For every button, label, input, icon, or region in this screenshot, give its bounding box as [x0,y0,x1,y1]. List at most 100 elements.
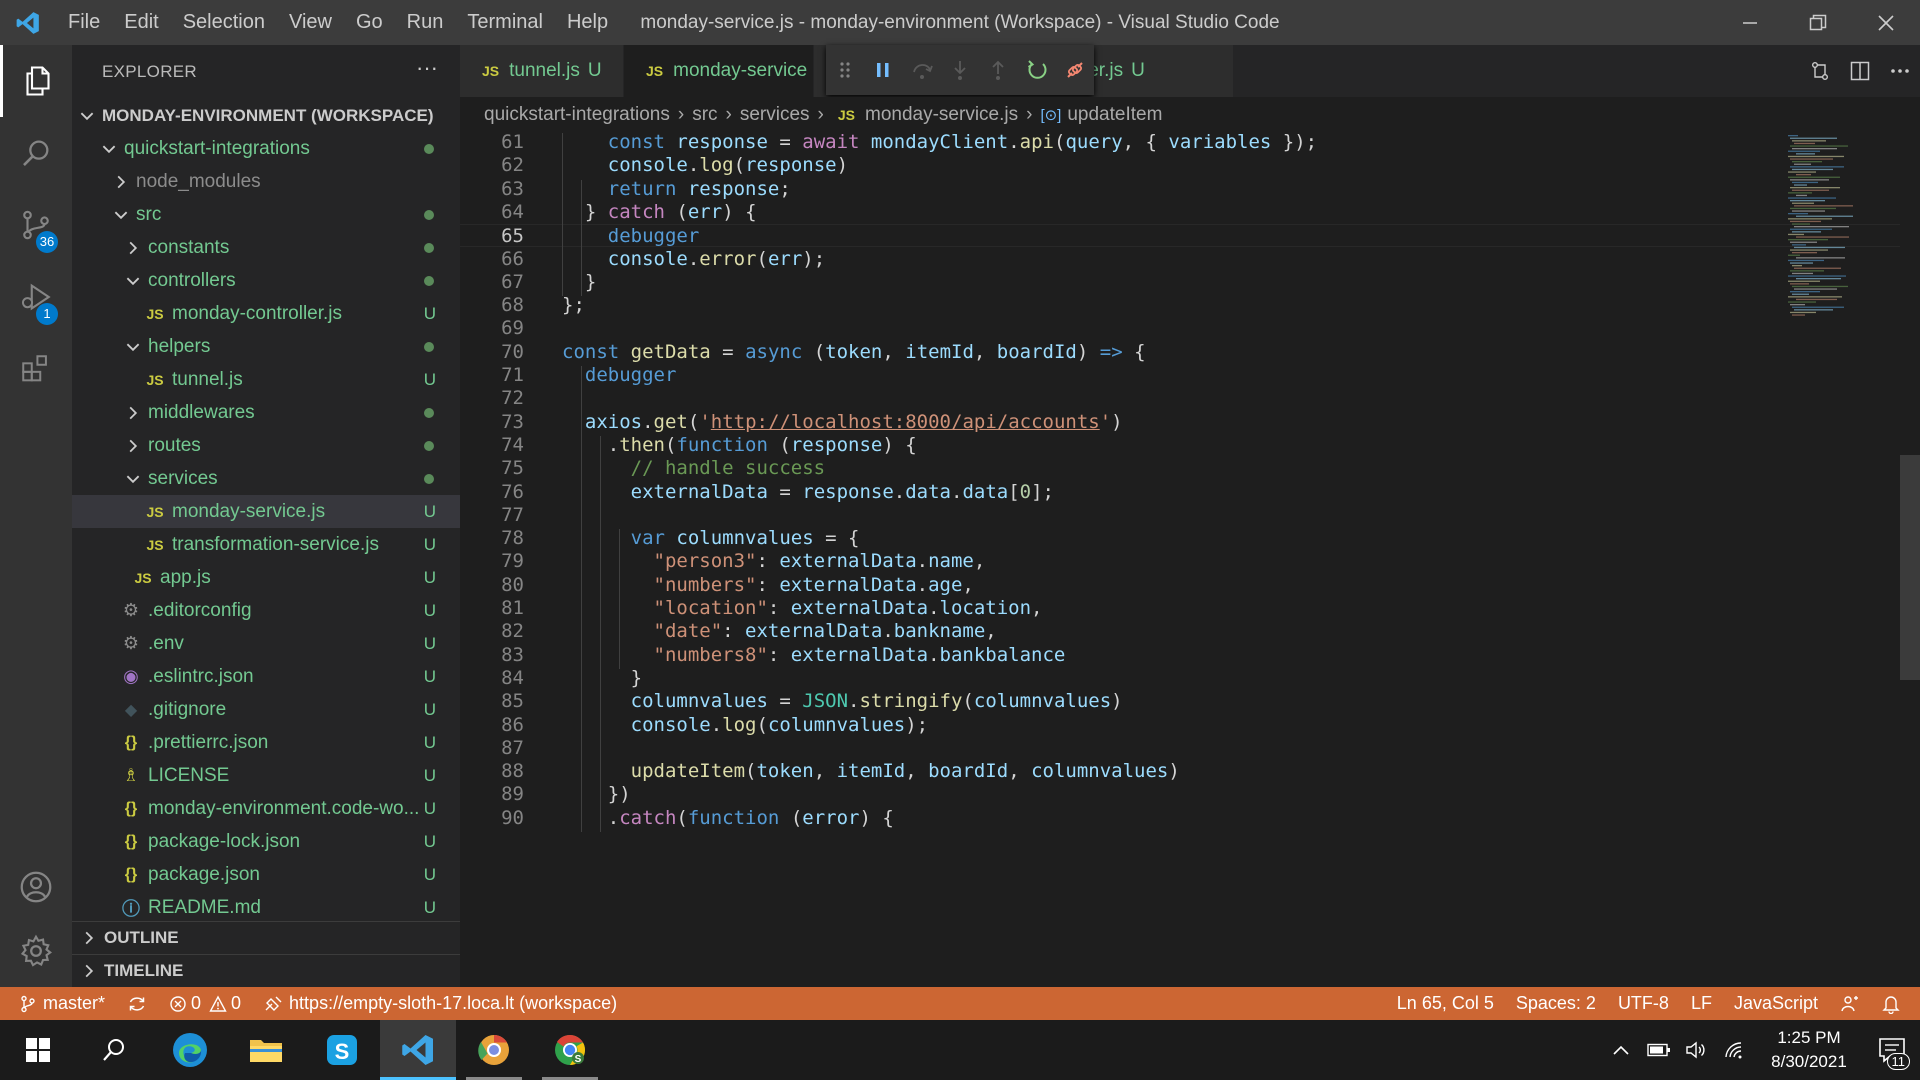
extensions-icon[interactable] [0,333,72,405]
settings-gear-icon[interactable] [0,915,72,987]
port-forward-item[interactable]: https://empty-sloth-17.loca.lt (workspac… [252,987,628,1020]
tree-item[interactable]: controllers [72,264,460,297]
line-number[interactable]: 70 [460,341,524,364]
line-number[interactable]: 81 [460,597,524,620]
line-number[interactable]: 85 [460,690,524,713]
code-line[interactable]: 77 [460,504,1900,527]
breadcrumb-file[interactable]: monday-service.js [865,104,1018,126]
step-into-icon[interactable] [941,45,979,95]
restore-button[interactable] [1784,0,1852,45]
more-actions-icon[interactable] [1880,45,1920,97]
line-number[interactable]: 87 [460,737,524,760]
code-line[interactable]: 62 console.log(response) [460,154,1900,177]
code-line[interactable]: 79 "person3": externalData.name, [460,550,1900,573]
line-number[interactable]: 66 [460,248,524,271]
menu-selection[interactable]: Selection [171,0,277,45]
code-line[interactable]: 70 const getData = async (token, itemId, … [460,341,1900,364]
code-line[interactable]: 67 } [460,271,1900,294]
tree-item[interactable]: ⚙ .editorconfig U [72,594,460,627]
tree-item[interactable]: JS app.js U [72,561,460,594]
pause-icon[interactable] [864,45,902,95]
code-line[interactable]: 69 [460,317,1900,340]
explorer-icon[interactable] [0,45,72,117]
restart-icon[interactable] [1017,45,1055,95]
edge-browser-icon[interactable] [152,1020,228,1080]
code-line[interactable]: 66 console.error(err); [460,248,1900,271]
menu-help[interactable]: Help [555,0,620,45]
breadcrumb-item[interactable]: src [692,104,717,126]
line-number[interactable]: 61 [460,133,524,154]
line-number[interactable]: 62 [460,154,524,177]
indentation[interactable]: Spaces: 2 [1505,987,1607,1020]
branch-indicator[interactable]: master* [0,987,116,1020]
breadcrumb-item[interactable]: quickstart-integrations [484,104,670,126]
search-icon[interactable] [0,117,72,189]
step-over-icon[interactable] [903,45,941,95]
code-line[interactable]: 71 debugger [460,364,1900,387]
line-number[interactable]: 77 [460,504,524,527]
language-mode[interactable]: JavaScript [1723,987,1829,1020]
outline-section[interactable]: OUTLINE [72,921,460,954]
line-number[interactable]: 68 [460,294,524,317]
taskbar-clock[interactable]: 1:25 PM 8/30/2021 [1754,1026,1864,1074]
breadcrumb-symbol[interactable]: updateItem [1067,104,1162,126]
split-editor-icon[interactable] [1840,45,1880,97]
workspace-header[interactable]: MONDAY-ENVIRONMENT (WORKSPACE) [72,99,460,132]
cursor-position[interactable]: Ln 65, Col 5 [1386,987,1505,1020]
tree-item[interactable]: {} package.json U [72,858,460,891]
line-number[interactable]: 79 [460,550,524,573]
code-line[interactable]: 76 externalData = response.data.data[0]; [460,481,1900,504]
tree-item[interactable]: constants [72,231,460,264]
notifications-bell-icon[interactable] [1871,987,1920,1020]
tree-item[interactable]: JS monday-service.js U [72,495,460,528]
close-button[interactable] [1852,0,1920,45]
file-explorer-icon[interactable] [228,1020,304,1080]
chevron-up-icon[interactable] [1602,1020,1640,1080]
wifi-icon[interactable] [1716,1020,1754,1080]
timeline-section[interactable]: TIMELINE [72,954,460,987]
code-line[interactable]: 82 "date": externalData.bankname, [460,620,1900,643]
tree-item[interactable]: services [72,462,460,495]
code-line[interactable]: 84 } [460,667,1900,690]
action-center-icon[interactable]: 11 [1864,1020,1920,1080]
code-line[interactable]: 86 console.log(columnvalues); [460,714,1900,737]
tree-item[interactable]: ⚙ .env U [72,627,460,660]
line-number[interactable]: 88 [460,760,524,783]
tab-tunnel-js[interactable]: JS tunnel.js U [460,45,624,97]
tree-item[interactable]: {} monday-environment.code-wo... U [72,792,460,825]
tree-item[interactable]: middlewares [72,396,460,429]
tree-item[interactable]: helpers [72,330,460,363]
explorer-more-actions-icon[interactable]: ··· [416,55,438,81]
skype-icon[interactable]: S [304,1020,380,1080]
code-line[interactable]: 78 var columnvalues = { [460,527,1900,550]
line-number[interactable]: 71 [460,364,524,387]
tree-item[interactable]: JS transformation-service.js U [72,528,460,561]
tree-item[interactable]: ⓘ README.md U [72,891,460,924]
code-line[interactable]: 73 axios.get('http://localhost:8000/api/… [460,411,1900,434]
tree-item[interactable]: node_modules [72,165,460,198]
menu-run[interactable]: Run [395,0,456,45]
code-line[interactable]: 83 "numbers8": externalData.bankbalance [460,644,1900,667]
line-number[interactable]: 83 [460,644,524,667]
code-line[interactable]: 90 .catch(function (error) { [460,807,1900,830]
line-number[interactable]: 86 [460,714,524,737]
tree-item[interactable]: ♗ LICENSE U [72,759,460,792]
battery-icon[interactable] [1640,1020,1678,1080]
line-number[interactable]: 80 [460,574,524,597]
taskbar-search-icon[interactable] [76,1020,152,1080]
code-line[interactable]: 88 updateItem(token, itemId, boardId, co… [460,760,1900,783]
encoding[interactable]: UTF-8 [1607,987,1680,1020]
minimize-button[interactable] [1716,0,1784,45]
code-editor[interactable]: 61 const response = await mondayClient.a… [460,133,1900,987]
tree-item[interactable]: ◉ .eslintrc.json U [72,660,460,693]
line-number[interactable]: 74 [460,434,524,457]
menu-view[interactable]: View [277,0,344,45]
line-number[interactable]: 64 [460,201,524,224]
drag-handle-icon[interactable] [826,45,864,95]
breadcrumb-item[interactable]: services [740,104,810,126]
accounts-icon[interactable] [0,851,72,923]
line-number[interactable]: 63 [460,178,524,201]
code-line[interactable]: 87 [460,737,1900,760]
windows-start-icon[interactable] [0,1020,76,1080]
source-control-icon[interactable]: 36 [0,189,72,261]
